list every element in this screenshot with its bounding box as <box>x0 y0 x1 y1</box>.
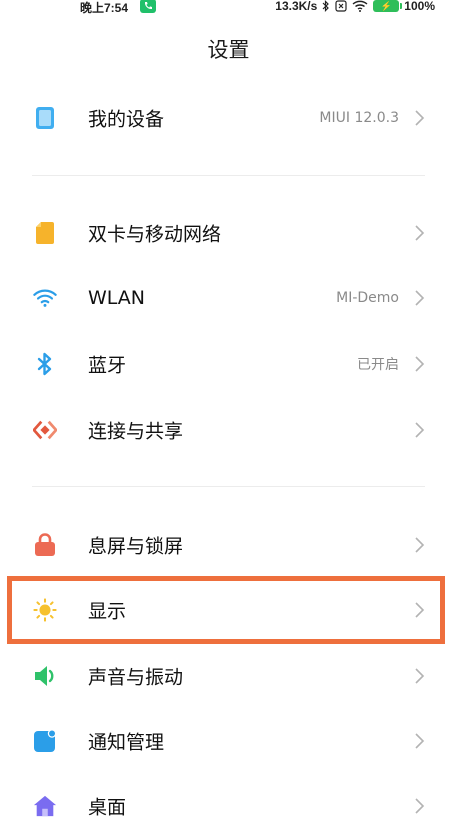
share-icon <box>33 418 57 442</box>
divider <box>32 175 425 176</box>
speaker-icon <box>33 664 57 688</box>
settings-item-label: 声音与振动 <box>88 666 184 689</box>
chevron-right-icon <box>415 668 425 684</box>
divider <box>32 486 425 487</box>
notification-icon <box>33 729 57 753</box>
no-sim-icon <box>335 0 347 12</box>
chevron-right-icon <box>415 733 425 749</box>
settings-item-label: 桌面 <box>88 796 127 819</box>
chevron-right-icon <box>415 537 425 553</box>
settings-item-value: 已开启 <box>357 357 399 373</box>
settings-item-sim[interactable]: 双卡与移动网络 <box>0 203 457 263</box>
settings-item-desktop[interactable]: 桌面 <box>0 776 457 836</box>
chevron-right-icon <box>415 225 425 241</box>
phone-icon <box>140 0 156 13</box>
settings-item-sound[interactable]: 声音与振动 <box>0 646 457 706</box>
sim-card-icon <box>33 221 57 245</box>
chevron-right-icon <box>415 356 425 372</box>
status-bar: 晚上7:54 13.3K/s ⚡ 100% <box>0 0 457 16</box>
wifi-icon <box>33 286 57 310</box>
settings-item-label: 显示 <box>88 600 127 623</box>
lock-icon <box>33 533 57 557</box>
settings-item-my-device[interactable]: 我的设备 MIUI 12.0.3 <box>0 88 457 148</box>
bluetooth-status-icon <box>322 0 330 12</box>
status-right: 13.3K/s ⚡ 100% <box>275 0 435 13</box>
chevron-right-icon <box>415 422 425 438</box>
settings-item-display[interactable]: 显示 <box>0 580 457 640</box>
settings-item-label: WLAN <box>88 287 146 309</box>
device-icon <box>33 106 57 130</box>
status-time: 晚上7:54 <box>80 1 129 15</box>
settings-item-label: 蓝牙 <box>88 354 127 377</box>
battery-icon: ⚡ <box>373 0 403 12</box>
chevron-right-icon <box>415 110 425 126</box>
home-icon <box>33 794 57 818</box>
settings-item-label: 双卡与移动网络 <box>88 223 222 246</box>
settings-item-value: MI-Demo <box>336 290 399 306</box>
net-speed: 13.3K/s <box>275 0 318 13</box>
chevron-right-icon <box>415 602 425 618</box>
settings-item-label: 息屏与锁屏 <box>88 535 184 558</box>
settings-item-value: MIUI 12.0.3 <box>319 110 399 126</box>
sun-icon <box>33 598 57 622</box>
settings-item-lock[interactable]: 息屏与锁屏 <box>0 515 457 575</box>
page-title: 设置 <box>207 38 250 62</box>
settings-item-label: 连接与共享 <box>88 420 184 443</box>
settings-item-notify[interactable]: 通知管理 <box>0 711 457 771</box>
settings-item-label: 我的设备 <box>88 108 165 131</box>
settings-item-wlan[interactable]: WLAN MI-Demo <box>0 268 457 328</box>
chevron-right-icon <box>415 290 425 306</box>
chevron-right-icon <box>415 798 425 814</box>
settings-item-label: 通知管理 <box>88 731 165 754</box>
battery-percent: 100% <box>404 0 435 13</box>
wifi-status-icon <box>352 0 368 12</box>
settings-item-bluetooth[interactable]: 蓝牙 已开启 <box>0 334 457 394</box>
bluetooth-icon <box>33 352 57 376</box>
settings-item-share[interactable]: 连接与共享 <box>0 400 457 460</box>
